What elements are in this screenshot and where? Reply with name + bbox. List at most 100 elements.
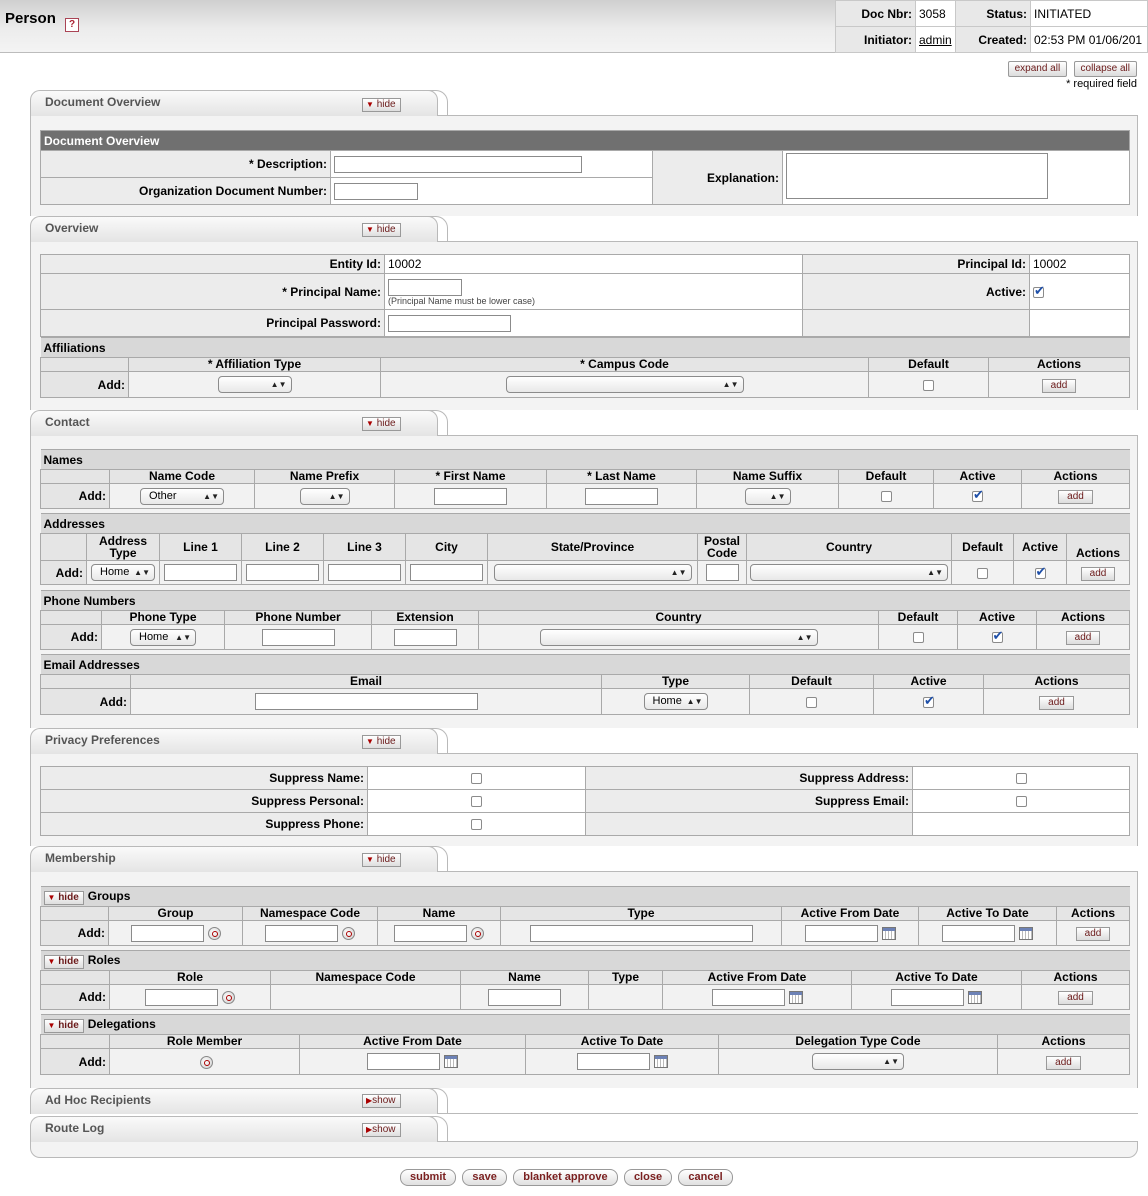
save-button[interactable]: save [462,1169,507,1186]
add-phone-button[interactable]: add [1065,631,1101,645]
cancel-button[interactable]: cancel [678,1169,733,1186]
state-select[interactable]: ▲▼ [493,564,692,581]
name-code-select[interactable]: Other ▲▼ [140,487,224,505]
action-buttons: submit save blanket approve close cancel [400,1169,736,1186]
blanket-approve-button[interactable]: blanket approve [513,1169,618,1186]
description-input[interactable] [334,155,582,173]
col-address-type: Address Type [86,533,160,561]
hide-overview-button[interactable]: ▼ hide [362,223,401,237]
calendar-icon[interactable] [881,926,896,940]
postal-code-input[interactable] [705,564,739,581]
col-active-from: Active From Date [299,1034,526,1049]
affiliation-type-select[interactable]: ▲▼ [217,376,292,393]
lookup-magnifier-icon[interactable] [200,1055,213,1069]
add-label: Add: [40,984,110,1010]
line2-input[interactable] [246,564,319,581]
hide-contact-button[interactable]: ▼ hide [362,417,401,431]
calendar-icon[interactable] [788,990,803,1004]
first-name-input[interactable] [434,487,507,505]
group-type-input[interactable] [529,924,753,942]
extension-input[interactable] [393,628,457,646]
role-name-input[interactable] [488,988,561,1006]
hide-delegations-button[interactable]: ▼ hide [43,1018,84,1033]
group-active-from-input[interactable] [804,924,878,942]
delegation-active-from-input[interactable] [367,1053,440,1070]
email-default-checkbox[interactable] [806,696,817,708]
group-input[interactable] [130,924,204,942]
address-active-checkbox[interactable] [1034,564,1046,580]
add-role-button[interactable]: add [1058,991,1093,1005]
delegation-type-select[interactable]: ▲▼ [812,1053,904,1070]
suppress-personal-checkbox[interactable] [471,796,482,808]
hide-document-overview-button[interactable]: ▼ hide [362,98,401,112]
add-group-button[interactable]: add [1075,927,1111,941]
show-route-log-button[interactable]: ▶show [362,1123,401,1137]
role-active-from-input[interactable] [711,988,785,1006]
group-active-to-input[interactable] [942,924,1015,942]
add-address-button[interactable]: add [1080,566,1116,581]
hide-groups-button[interactable]: ▼ hide [43,890,84,905]
name-suffix-select[interactable]: ▲▼ [744,487,791,505]
lookup-magnifier-icon[interactable] [471,926,484,940]
affiliation-default-checkbox[interactable] [923,379,934,391]
principal-active-checkbox[interactable] [1033,283,1045,299]
phone-type-select[interactable]: Home ▲▼ [130,628,196,646]
phone-active-checkbox[interactable] [991,628,1003,644]
hide-privacy-button[interactable]: ▼ hide [362,735,401,749]
city-input[interactable] [410,564,483,581]
phone-default-checkbox[interactable] [912,632,924,644]
initiator-link[interactable]: admin [919,33,952,47]
hide-roles-button[interactable]: ▼ hide [43,954,84,969]
phone-country-select[interactable]: ▲▼ [539,628,818,646]
suppress-address-checkbox[interactable] [1015,773,1027,785]
expand-all-button[interactable]: expand all [1007,61,1068,77]
calendar-icon[interactable] [968,990,982,1004]
role-active-to-input[interactable] [891,988,964,1006]
role-input[interactable] [145,988,218,1006]
address-type-select[interactable]: Home ▲▼ [91,564,155,581]
calendar-icon[interactable] [1019,926,1033,940]
lookup-magnifier-icon[interactable] [342,926,355,940]
lookup-magnifier-icon[interactable] [222,990,235,1004]
triangle-down-icon: ▼ [366,855,374,864]
close-button[interactable]: close [623,1169,673,1186]
explanation-textarea[interactable] [786,153,1048,199]
suppress-name-checkbox[interactable] [471,773,482,785]
email-input[interactable] [254,693,478,710]
help-icon[interactable]: ? [65,18,79,32]
hide-membership-button[interactable]: ▼ hide [362,853,401,867]
campus-code-select[interactable]: ▲▼ [505,376,744,393]
phone-number-input[interactable] [261,628,335,646]
add-email-button[interactable]: add [1039,695,1074,710]
name-active-checkbox[interactable] [972,487,984,503]
org-doc-number-input[interactable] [334,182,418,200]
suppress-email-label: Suppress Email: [585,789,913,813]
calendar-icon[interactable] [653,1055,668,1068]
email-type-select[interactable]: Home ▲▼ [643,693,708,710]
country-select[interactable]: ▲▼ [750,564,948,581]
principal-password-input[interactable] [388,314,511,332]
updown-arrow-icon: ▲▼ [270,380,287,389]
name-prefix-select[interactable]: ▲▼ [299,487,350,505]
email-active-checkbox[interactable] [923,693,935,709]
principal-name-input[interactable] [388,279,462,296]
name-default-checkbox[interactable] [880,491,892,503]
add-name-button[interactable]: add [1058,490,1093,504]
group-namespace-input[interactable] [265,924,338,942]
triangle-down-icon: ▼ [47,956,56,966]
delegation-active-to-input[interactable] [576,1053,650,1070]
collapse-all-button[interactable]: collapse all [1073,61,1137,77]
last-name-input[interactable] [585,487,658,505]
group-name-input[interactable] [394,924,467,942]
add-affiliation-button[interactable]: add [1041,378,1077,393]
suppress-phone-checkbox[interactable] [471,819,482,831]
line3-input[interactable] [328,564,401,581]
lookup-magnifier-icon[interactable] [207,926,221,940]
line1-input[interactable] [164,564,237,581]
show-adhoc-button[interactable]: ▶show [362,1094,401,1108]
suppress-email-checkbox[interactable] [1015,796,1027,808]
add-delegation-button[interactable]: add [1046,1055,1081,1070]
submit-button[interactable]: submit [400,1169,457,1186]
calendar-icon[interactable] [444,1055,458,1068]
address-default-checkbox[interactable] [977,567,988,579]
